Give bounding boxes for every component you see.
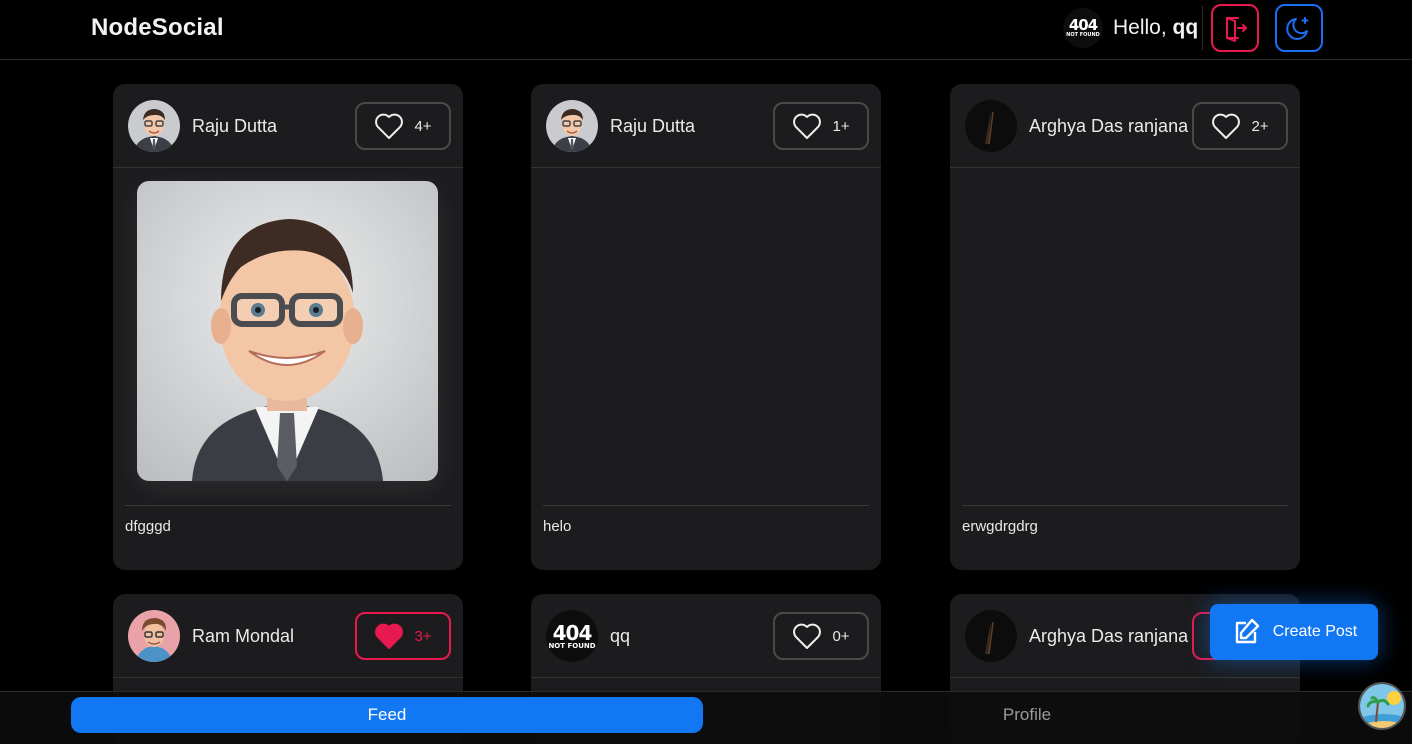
post-caption: helo xyxy=(543,518,572,535)
user-avatar[interactable]: 404 NOT FOUND xyxy=(1063,8,1103,48)
caption-divider xyxy=(962,505,1288,506)
post-card-header: Raju Dutta 1+ xyxy=(531,84,881,168)
like-button[interactable]: 4+ xyxy=(355,102,451,150)
author-name[interactable]: Arghya Das ranjana xyxy=(1029,626,1188,647)
like-button[interactable]: 2+ xyxy=(1192,102,1288,150)
post-card: Raju Dutta 4+ dfgggd xyxy=(113,84,463,570)
create-post-button[interactable]: Create Post xyxy=(1210,604,1378,660)
logout-button[interactable] xyxy=(1211,4,1259,52)
post-card: Arghya Das ranjana 2+ erwgdrgdrg xyxy=(950,84,1300,570)
author-name[interactable]: Raju Dutta xyxy=(610,116,695,137)
author-avatar[interactable] xyxy=(128,610,180,662)
create-post-label: Create Post xyxy=(1272,623,1358,640)
tab-profile[interactable]: Profile xyxy=(711,697,1343,733)
author-avatar[interactable]: 404 NOT FOUND xyxy=(546,610,598,662)
theme-toggle-button[interactable] xyxy=(1275,4,1323,52)
greeting: Hello, qq xyxy=(1113,16,1198,40)
post-card-header: Raju Dutta 4+ xyxy=(113,84,463,168)
avatar-badge-subtext: NOT FOUND xyxy=(548,641,596,650)
heart-icon xyxy=(375,113,404,139)
like-button[interactable]: 0+ xyxy=(773,612,869,660)
caption-divider xyxy=(125,505,451,506)
post-caption: dfgggd xyxy=(125,518,171,535)
greeting-text: Hello, xyxy=(1113,16,1167,39)
author-avatar[interactable] xyxy=(546,100,598,152)
like-button[interactable]: 3+ xyxy=(355,612,451,660)
like-count: 0+ xyxy=(832,627,850,645)
like-count: 4+ xyxy=(414,117,432,135)
heart-filled-icon xyxy=(375,623,404,649)
author-name[interactable]: Ram Mondal xyxy=(192,626,294,647)
edit-icon xyxy=(1235,618,1259,644)
author-name[interactable]: qq xyxy=(610,626,630,647)
post-card-header: Arghya Das ranjana 2+ xyxy=(950,84,1300,168)
tab-feed[interactable]: Feed xyxy=(71,697,703,733)
avatar-badge-text: 404 xyxy=(552,620,593,645)
post-image[interactable] xyxy=(137,181,438,481)
moon-icon xyxy=(1286,17,1309,40)
avatar-badge-text: 404 xyxy=(1068,16,1098,34)
author-avatar[interactable] xyxy=(965,100,1017,152)
header-divider xyxy=(1202,6,1203,50)
like-count: 2+ xyxy=(1251,117,1269,135)
post-caption: erwgdrgdrg xyxy=(962,518,1038,535)
author-avatar[interactable] xyxy=(965,610,1017,662)
avatar-badge-subtext: NOT FOUND xyxy=(1066,32,1100,38)
top-navbar: NodeSocial 404 NOT FOUND Hello, qq xyxy=(0,0,1412,60)
heart-icon xyxy=(793,623,822,649)
post-card-header: Ram Mondal 3+ xyxy=(113,594,463,678)
logout-icon xyxy=(1226,17,1247,42)
author-avatar[interactable] xyxy=(128,100,180,152)
like-button[interactable]: 1+ xyxy=(773,102,869,150)
heart-icon xyxy=(793,113,822,139)
profile-avatar[interactable] xyxy=(1358,682,1406,730)
like-count: 1+ xyxy=(832,117,850,135)
bottom-navbar: Feed Profile xyxy=(0,691,1412,744)
post-card-header: 404 NOT FOUND qq 0+ xyxy=(531,594,881,678)
author-name[interactable]: Raju Dutta xyxy=(192,116,277,137)
brand-logo[interactable]: NodeSocial xyxy=(91,14,224,42)
caption-divider xyxy=(543,505,869,506)
greeting-username: qq xyxy=(1172,16,1199,39)
like-count: 3+ xyxy=(414,627,432,645)
post-card: Raju Dutta 1+ helo xyxy=(531,84,881,570)
author-name[interactable]: Arghya Das ranjana xyxy=(1029,116,1188,137)
heart-icon xyxy=(1212,113,1241,139)
